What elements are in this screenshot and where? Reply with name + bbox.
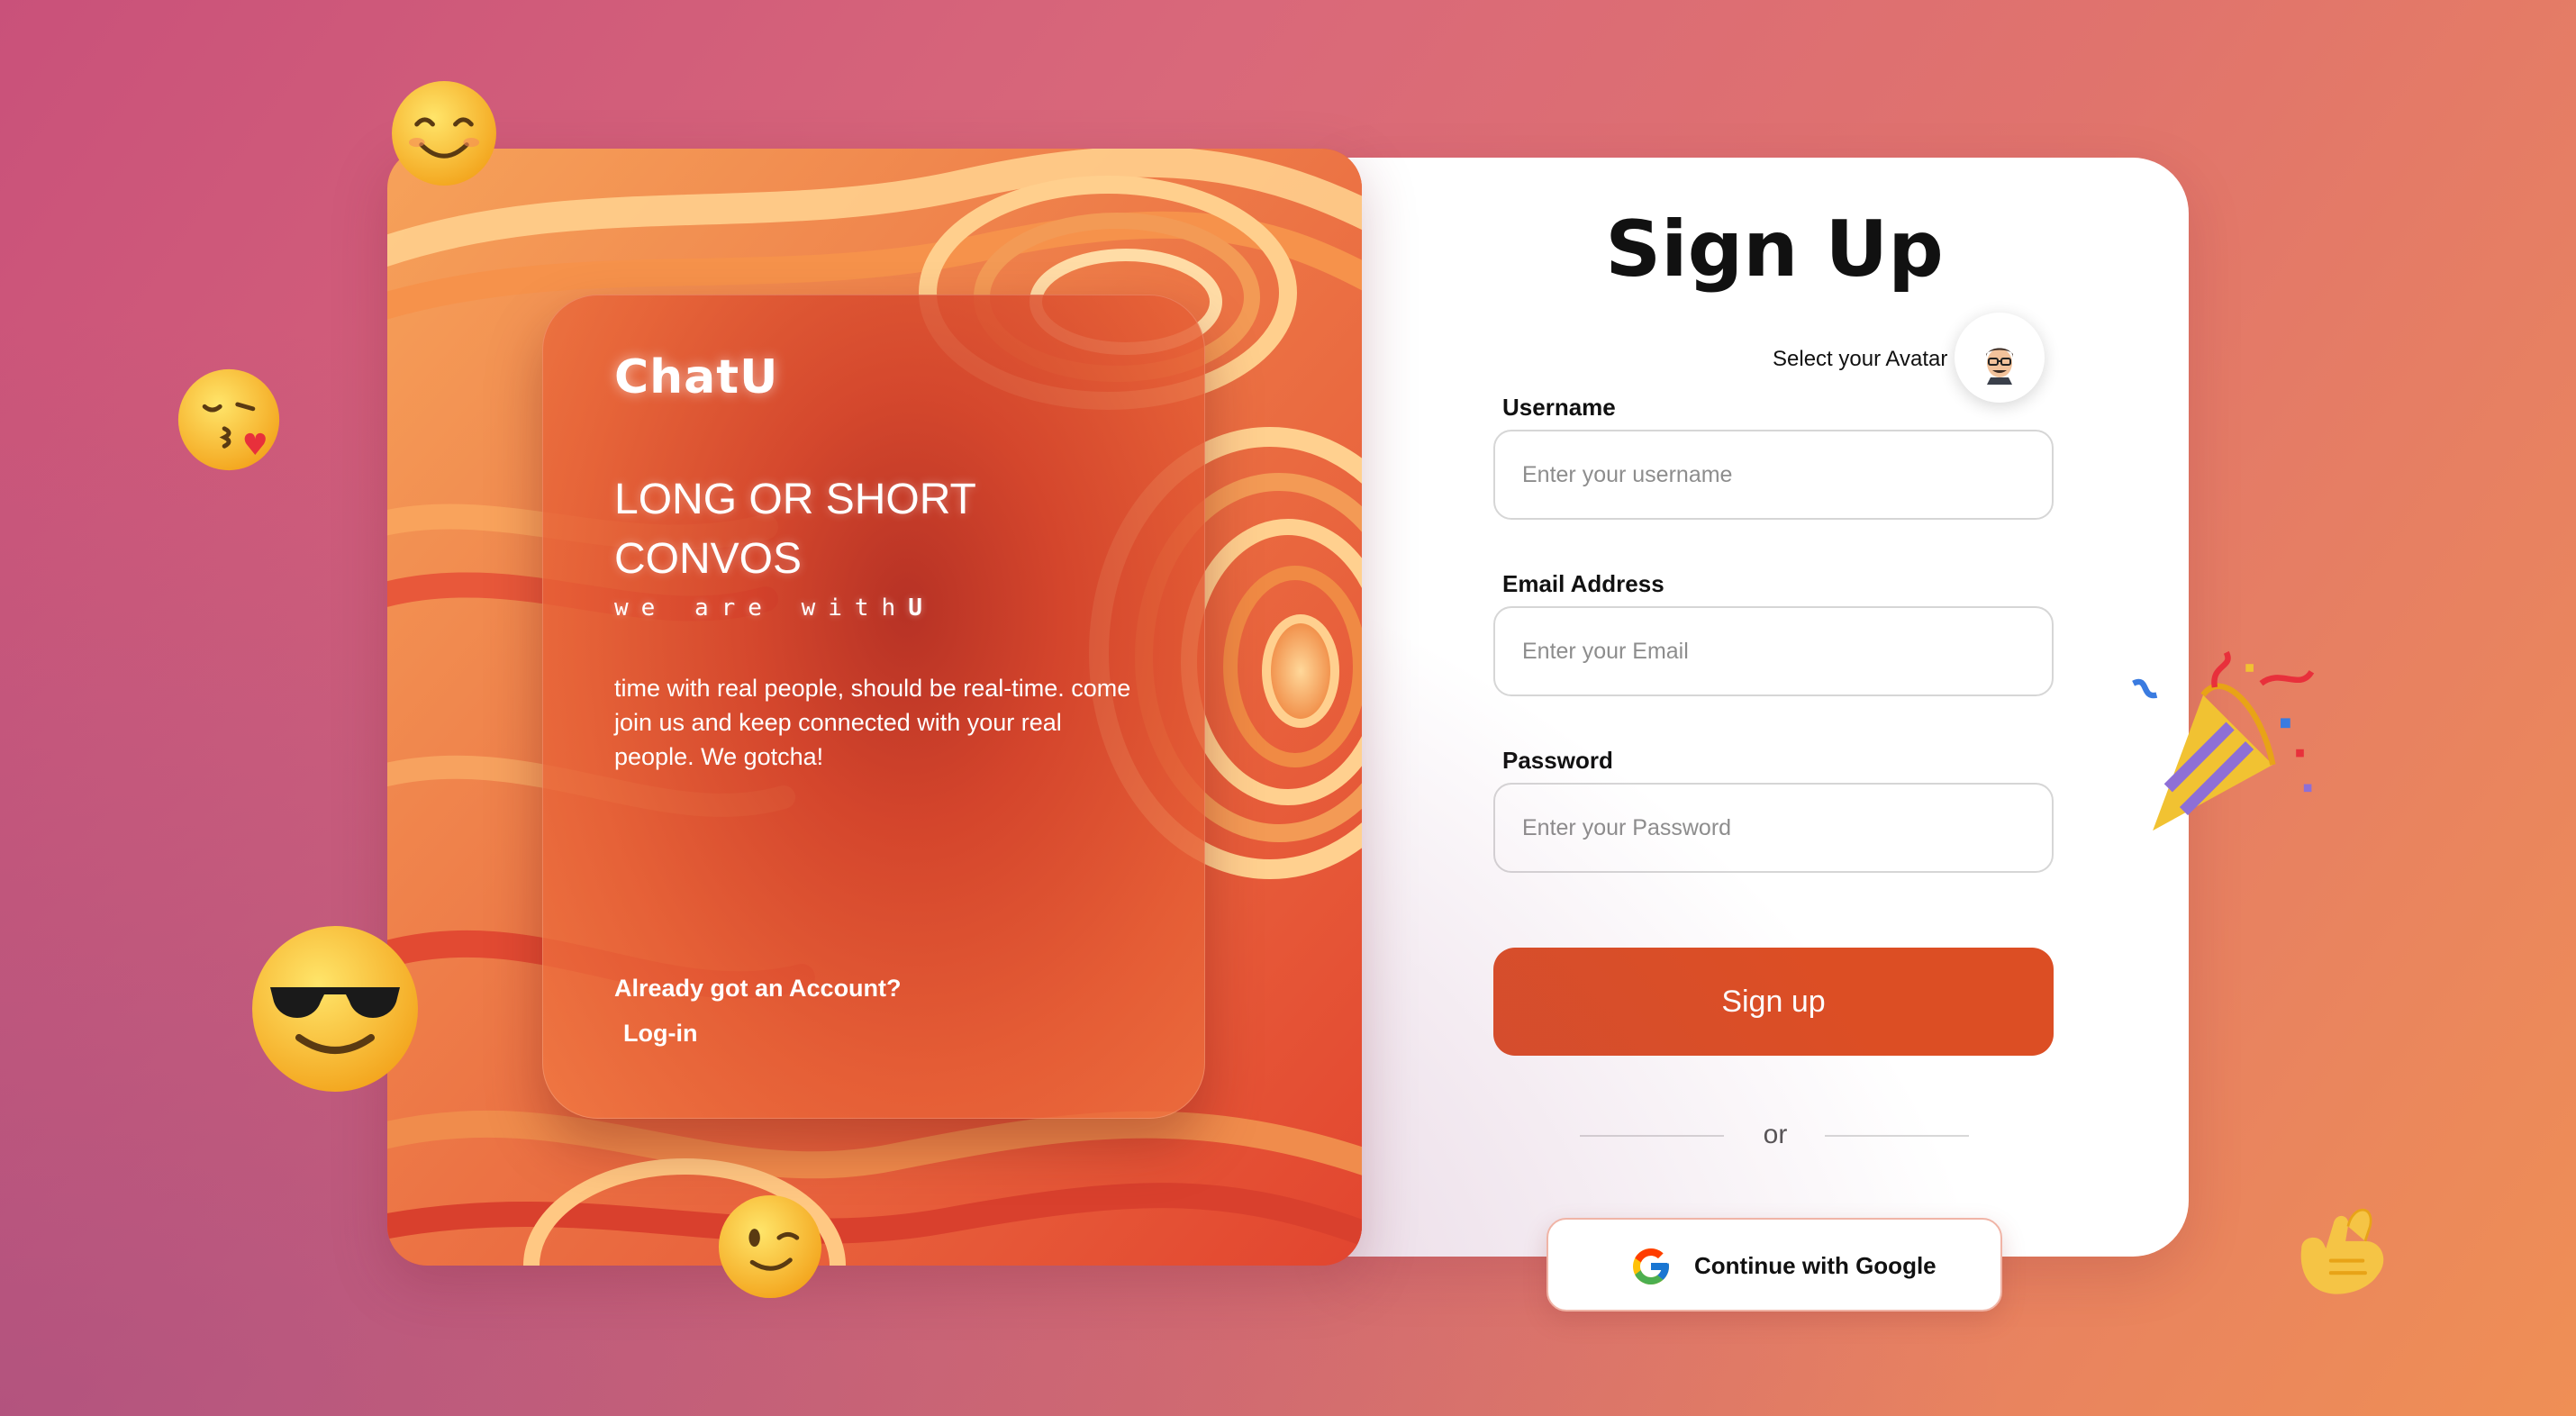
call-me-hand-emoji bbox=[2300, 1209, 2384, 1294]
tagline-text: we are with bbox=[614, 595, 909, 622]
or-divider-text: or bbox=[1763, 1120, 1788, 1149]
divider-right bbox=[1825, 1135, 1969, 1137]
hero-tagline: we are withU bbox=[614, 595, 935, 622]
login-link[interactable]: Log-in bbox=[623, 1020, 697, 1048]
password-input[interactable] bbox=[1493, 783, 2054, 873]
intro-glass-card: ChatU LONG OR SHORT CONVOS we are withU … bbox=[542, 295, 1205, 1119]
account-question: Already got an Account? bbox=[614, 975, 902, 1002]
memoji-avatar-icon bbox=[1986, 348, 2013, 385]
hero-headline: LONG OR SHORT CONVOS bbox=[614, 476, 975, 583]
tagline-emphasis: U bbox=[908, 595, 935, 622]
smiling-emoji bbox=[392, 81, 496, 186]
hero-description: time with real people, should be real-ti… bbox=[614, 675, 1131, 770]
google-g-icon bbox=[1633, 1248, 1669, 1284]
signup-button[interactable]: Sign up bbox=[1493, 948, 2054, 1056]
avatar-select-button[interactable] bbox=[1955, 313, 2045, 403]
email-input[interactable] bbox=[1493, 606, 2054, 696]
google-signin-button[interactable]: Continue with Google bbox=[1547, 1218, 2002, 1312]
brand-logo: ChatU bbox=[614, 350, 779, 404]
kissing-heart-emoji bbox=[177, 368, 280, 471]
email-label: Email Address bbox=[1502, 570, 1664, 597]
username-input[interactable] bbox=[1493, 430, 2054, 520]
page-title: Sign Up bbox=[1605, 204, 1944, 295]
winking-emoji bbox=[718, 1194, 822, 1299]
avatar-select-label: Select your Avatar bbox=[1773, 347, 1948, 371]
signup-form-panel: Sign Up Select your Avatar Username Emai… bbox=[1342, 158, 2189, 1257]
hero-art-panel: ChatU LONG OR SHORT CONVOS we are withU … bbox=[387, 149, 1362, 1266]
party-popper-emoji bbox=[2132, 650, 2315, 831]
password-label: Password bbox=[1502, 747, 1613, 774]
google-signin-label: Continue with Google bbox=[1694, 1252, 1937, 1279]
username-label: Username bbox=[1502, 394, 1616, 421]
divider-left bbox=[1580, 1135, 1724, 1137]
sunglasses-emoji bbox=[252, 926, 418, 1092]
